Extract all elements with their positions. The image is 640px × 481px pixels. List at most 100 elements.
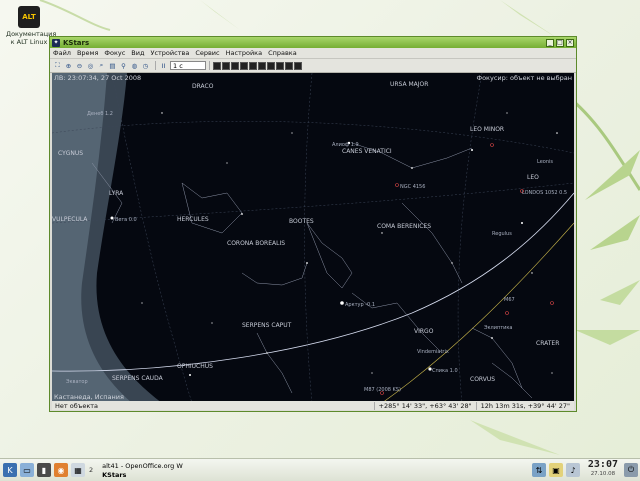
constellation-name: CORONA BOREALIS <box>227 240 285 247</box>
constellation-name: LEO <box>527 174 539 181</box>
object-label: Regulus <box>492 231 512 237</box>
constellation-name: CANES VENATICI <box>342 148 392 155</box>
menu-devices[interactable]: Устройства <box>150 49 189 57</box>
sky-datetime: ЛВ: 23:07:34, 27 Oct 2008 <box>54 74 142 82</box>
window-title: KStars <box>63 38 90 47</box>
menu-tools[interactable]: Сервис <box>195 49 219 57</box>
find-object-icon[interactable]: ⌕ <box>97 61 106 70</box>
clock[interactable]: 23:07 27.10.08 <box>588 459 618 477</box>
alt-docs-icon: ALT <box>18 6 40 28</box>
object-label: Leonis <box>537 159 553 165</box>
show-milky-way-toggle[interactable] <box>267 61 275 70</box>
constellation-name: LYRA <box>109 190 124 197</box>
toolbar-separator <box>155 61 156 70</box>
minimize-button[interactable]: _ <box>546 38 554 47</box>
clock-icon[interactable]: ◷ <box>141 61 150 70</box>
desktop-icon-label-line2: к ALT Linux <box>10 38 48 46</box>
object-label: M87 (2008 KS) <box>364 387 401 393</box>
object-label: LONDOS 1052 0.5 <box>522 190 567 196</box>
desktop-icon-label-line1: Документация <box>6 30 57 38</box>
menu-file[interactable]: Файл <box>53 49 71 57</box>
kstars-window: ✦ KStars _ □ × Файл Время Фокус Вид Устр… <box>49 36 577 412</box>
power-icon[interactable]: ⏻ <box>624 463 638 477</box>
file-manager-icon[interactable]: ▦ <box>71 463 85 477</box>
show-deep-sky-toggle[interactable] <box>222 61 230 70</box>
zoom-out-icon[interactable]: ⊖ <box>75 61 84 70</box>
taskbar: K ▭ ▮ ◉ ▦ 2 alt41 - OpenOffice.org W KSt… <box>0 458 640 481</box>
object-label: Вега 0.0 <box>115 217 137 223</box>
constellation-name: CORVUS <box>470 376 495 383</box>
constellation-name: VIRGO <box>414 328 434 335</box>
sky-location: Кастанеда, Испания <box>54 393 124 401</box>
object-label: Эклиптика <box>484 325 512 331</box>
object-label: Денеб 1.2 <box>87 111 113 117</box>
fullscreen-icon[interactable]: ⛶ <box>53 61 62 70</box>
clipboard-icon[interactable]: ▣ <box>549 463 563 477</box>
constellation-name: SERPENS CAPUT <box>242 322 292 329</box>
show-cbounds-toggle[interactable] <box>258 61 266 70</box>
object-label: Экватор <box>66 379 88 385</box>
menu-launcher-icon[interactable]: K <box>3 463 17 477</box>
show-grid-toggle[interactable] <box>276 61 284 70</box>
firefox-icon[interactable]: ◉ <box>54 463 68 477</box>
folder-icon[interactable]: ▤ <box>108 61 117 70</box>
constellation-name: BOOTES <box>289 218 314 225</box>
time-step-spinbox[interactable]: 1 с <box>170 61 206 70</box>
task-openoffice[interactable]: alt41 - OpenOffice.org W <box>99 461 186 470</box>
object-label: NGC 4156 <box>400 184 425 190</box>
constellation-name: DRACO <box>192 83 214 90</box>
constellation-name: OPHIUCHUS <box>177 363 213 370</box>
menu-help[interactable]: Справка <box>268 49 297 57</box>
object-label: M67 <box>504 297 515 303</box>
clock-time: 23:07 <box>587 459 618 470</box>
constellation-name: SERPENS CAUDA <box>112 375 164 382</box>
menu-settings[interactable]: Настройка <box>226 49 262 57</box>
constellation-name: COMA BERENICES <box>377 223 431 230</box>
constellation-name: CRATER <box>536 340 559 347</box>
documentation-desktop-icon[interactable]: ALT Документация к ALT Linux <box>6 6 57 46</box>
toolbar: ⛶ ⊕ ⊖ ◎ ⌕ ▤ ⚲ ◍ ◷ II 1 с <box>50 59 576 73</box>
object-label: Алиоф 1.9 <box>332 142 359 148</box>
status-bar: Нет объекта +285° 14' 33", +63° 43' 28" … <box>52 401 574 410</box>
sky-canvas[interactable]: DRACO URSA MAJOR LEO MINOR CYGNUS CANES … <box>52 73 574 403</box>
sky-map[interactable]: DRACO URSA MAJOR LEO MINOR CYGNUS CANES … <box>52 73 574 403</box>
constellation-name: HERCULES <box>177 216 209 223</box>
close-button[interactable]: × <box>566 38 574 47</box>
constellation-name: URSA MAJOR <box>390 81 428 88</box>
constellation-name: LEO MINOR <box>470 126 504 133</box>
terminal-icon[interactable]: ▮ <box>37 463 51 477</box>
volume-icon[interactable]: ♪ <box>566 463 580 477</box>
object-label: Спика 1.0 <box>432 368 458 374</box>
object-label: Vindemiatrix <box>417 349 449 355</box>
show-horizon-toggle[interactable] <box>285 61 293 70</box>
window-titlebar[interactable]: ✦ KStars _ □ × <box>50 37 576 48</box>
task-kstars[interactable]: KStars <box>99 470 186 479</box>
status-object: Нет объекта <box>55 401 99 410</box>
network-icon[interactable]: ⇅ <box>532 463 546 477</box>
kstars-app-icon: ✦ <box>52 38 60 47</box>
telescope-icon[interactable]: ⚲ <box>119 61 128 70</box>
show-clines-toggle[interactable] <box>240 61 248 70</box>
show-desktop-icon[interactable]: ▭ <box>20 463 34 477</box>
show-ground-toggle[interactable] <box>294 61 302 70</box>
menu-time[interactable]: Время <box>77 49 98 57</box>
globe-icon[interactable]: ◍ <box>130 61 139 70</box>
clock-date: 27.10.08 <box>590 471 616 477</box>
toolbar-separator <box>209 61 210 70</box>
maximize-button[interactable]: □ <box>556 38 564 47</box>
menu-bar: Файл Время Фокус Вид Устройства Сервис Н… <box>50 48 576 59</box>
show-stars-toggle[interactable] <box>213 61 221 70</box>
show-cnames-toggle[interactable] <box>249 61 257 70</box>
menu-view[interactable]: Вид <box>131 49 144 57</box>
constellation-name: CYGNUS <box>58 150 83 157</box>
show-planets-toggle[interactable] <box>231 61 239 70</box>
default-zoom-icon[interactable]: ◎ <box>86 61 95 70</box>
object-label: Арктур -0.1 <box>345 302 375 308</box>
status-radec: 12h 13m 31s, +39° 44' 27" <box>475 401 574 410</box>
menu-focus[interactable]: Фокус <box>104 49 125 57</box>
constellation-name: VULPECULA <box>52 216 88 223</box>
status-altaz: +285° 14' 33", +63° 43' 28" <box>373 401 476 410</box>
desktop-pager[interactable]: 2 <box>89 466 93 474</box>
pause-button[interactable]: II <box>159 61 168 70</box>
zoom-in-icon[interactable]: ⊕ <box>64 61 73 70</box>
